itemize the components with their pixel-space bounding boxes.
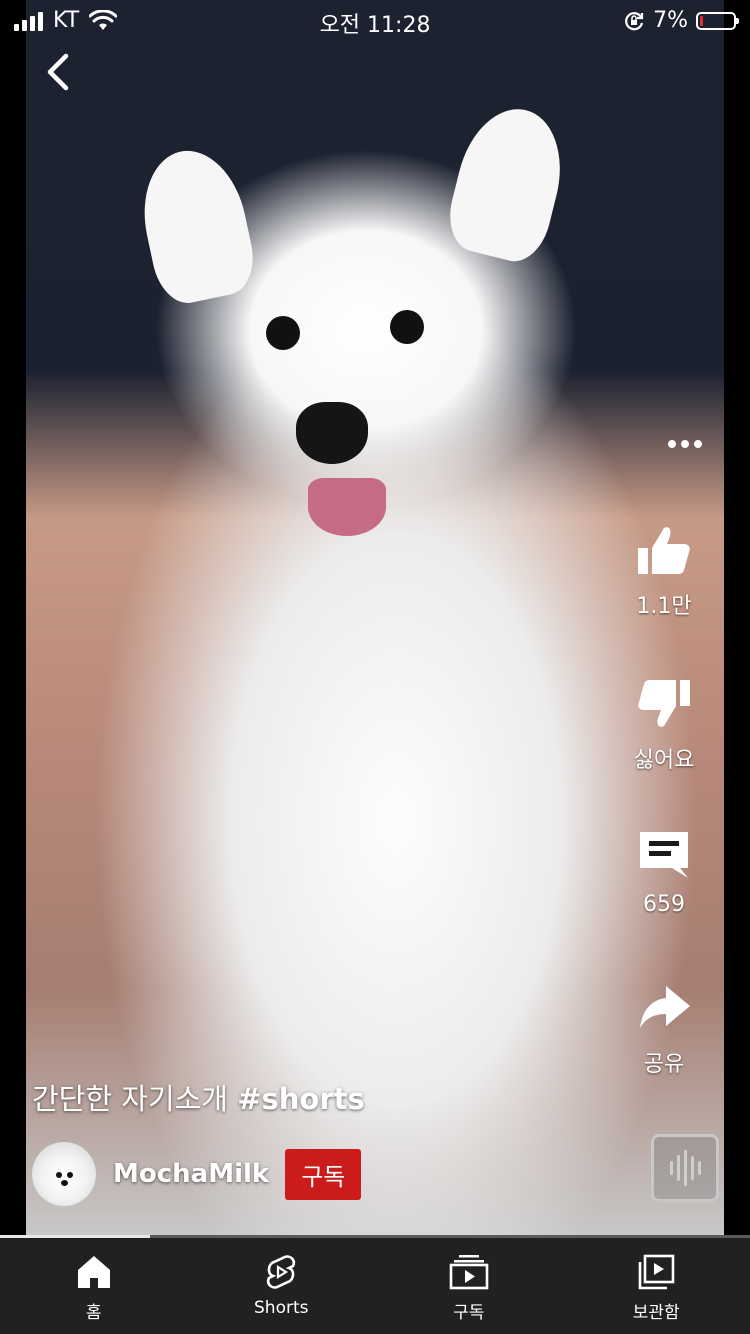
like-button[interactable]: 1.1만 bbox=[604, 522, 724, 620]
share-icon bbox=[640, 986, 690, 1028]
video-caption: 간단한 자기소개 #shorts bbox=[32, 1076, 365, 1118]
channel-name[interactable]: MochaMilk bbox=[113, 1159, 269, 1189]
dog-nose bbox=[296, 402, 368, 464]
channel-avatar[interactable] bbox=[32, 1142, 96, 1206]
battery-icon bbox=[696, 11, 739, 30]
like-count: 1.1만 bbox=[636, 594, 692, 619]
more-options-icon[interactable] bbox=[668, 440, 702, 448]
home-icon bbox=[77, 1256, 110, 1288]
back-icon[interactable] bbox=[40, 52, 80, 92]
subscriptions-icon bbox=[449, 1255, 489, 1290]
caption-text: 간단한 자기소개 bbox=[32, 1082, 238, 1116]
library-icon bbox=[638, 1254, 675, 1290]
comment-count: 659 bbox=[643, 892, 685, 917]
sound-button[interactable] bbox=[651, 1134, 719, 1202]
nav-library-label: 보관함 bbox=[632, 1303, 680, 1323]
nav-shorts[interactable]: Shorts bbox=[188, 1238, 376, 1334]
bottom-nav: 홈 Shorts 구독 보관함 bbox=[0, 1238, 750, 1334]
nav-subscriptions[interactable]: 구독 bbox=[375, 1238, 563, 1334]
nav-library[interactable]: 보관함 bbox=[563, 1238, 750, 1334]
dog-tongue bbox=[308, 478, 386, 536]
battery-percent: 7% bbox=[653, 8, 688, 33]
thumbs-up-icon bbox=[638, 527, 690, 574]
dislike-label: 싫어요 bbox=[633, 748, 695, 773]
dog-ear-left bbox=[131, 141, 261, 309]
nav-home-label: 홈 bbox=[85, 1303, 102, 1323]
caption-hashtag[interactable]: #shorts bbox=[237, 1082, 365, 1116]
channel-row: MochaMilk 구독 bbox=[32, 1142, 362, 1206]
dog-eye-right bbox=[390, 310, 424, 344]
shorts-icon bbox=[267, 1255, 296, 1289]
dog-ear-right bbox=[441, 98, 575, 268]
comment-icon bbox=[640, 832, 688, 878]
dislike-button[interactable]: 싫어요 bbox=[604, 676, 724, 774]
comments-button[interactable]: 659 bbox=[604, 826, 724, 917]
share-button[interactable]: 공유 bbox=[604, 980, 724, 1078]
nav-home[interactable]: 홈 bbox=[0, 1238, 188, 1334]
subscribe-button[interactable]: 구독 bbox=[285, 1148, 362, 1200]
rotation-lock-icon bbox=[625, 11, 644, 30]
nav-subscriptions-label: 구독 bbox=[453, 1303, 485, 1323]
nav-shorts-label: Shorts bbox=[254, 1298, 309, 1318]
status-right: 7% bbox=[623, 8, 739, 33]
share-label: 공유 bbox=[643, 1052, 685, 1077]
dog-eye-left bbox=[266, 316, 300, 350]
thumbs-down-icon bbox=[638, 680, 690, 727]
status-bar: KT 오전 11:28 7% bbox=[0, 0, 750, 44]
